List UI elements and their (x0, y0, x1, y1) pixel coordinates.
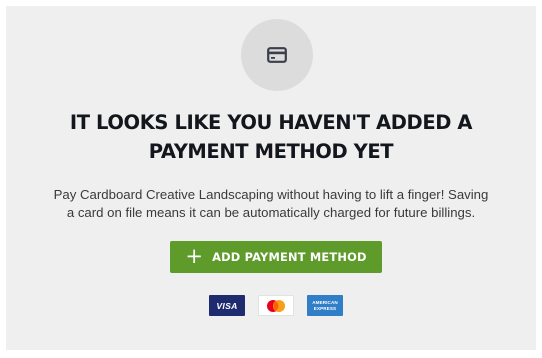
amex-line-2: EXPRESS (313, 306, 337, 311)
add-payment-method-label: ADD PAYMENT METHOD (212, 250, 367, 264)
empty-state-description: Pay Cardboard Creative Landscaping witho… (36, 186, 506, 222)
mastercard-logo (258, 295, 294, 316)
headline-line-1: IT LOOKS LIKE YOU HAVEN'T ADDED A (69, 111, 473, 134)
visa-logo: VISA (209, 295, 245, 316)
icon-badge (241, 19, 313, 91)
description-line-1: Pay Cardboard Creative Landscaping witho… (53, 187, 489, 202)
amex-logo: AMERICAN EXPRESS (307, 295, 343, 316)
plus-icon: + (185, 243, 204, 268)
description-line-2: a card on file means it can be automatic… (66, 205, 476, 220)
headline-line-2: PAYMENT METHOD YET (148, 140, 394, 163)
empty-payment-panel: IT LOOKS LIKE YOU HAVEN'T ADDED A PAYMEN… (6, 6, 536, 350)
visa-label: VISA (216, 300, 238, 311)
mastercard-circles-icon (267, 299, 285, 312)
accepted-cards: VISA AMERICAN EXPRESS (209, 295, 343, 316)
amex-line-1: AMERICAN (312, 300, 338, 305)
credit-card-icon (267, 47, 287, 63)
empty-state-headline: IT LOOKS LIKE YOU HAVEN'T ADDED A PAYMEN… (26, 108, 516, 166)
add-payment-method-button[interactable]: + ADD PAYMENT METHOD (170, 241, 382, 273)
